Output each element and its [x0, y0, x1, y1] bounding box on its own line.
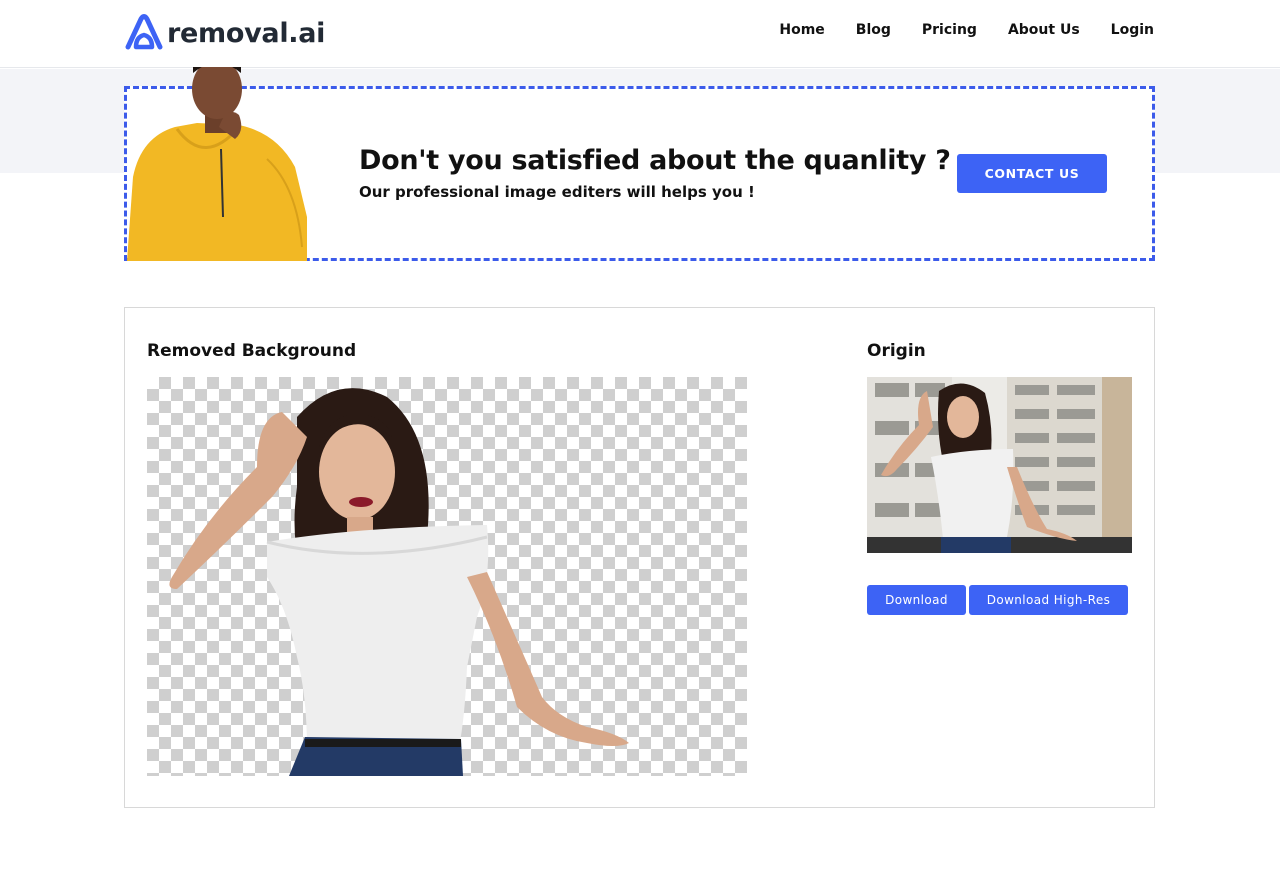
download-button[interactable]: Download: [867, 585, 966, 615]
nav-login[interactable]: Login: [1111, 22, 1154, 38]
banner-subtitle: Our professional image editers will help…: [359, 183, 755, 201]
download-high-res-button[interactable]: Download High-Res: [969, 585, 1128, 615]
logo-text: removal.ai: [167, 17, 326, 49]
removal-logo-icon: [125, 14, 163, 50]
removed-background-preview: [147, 377, 747, 776]
contact-us-button[interactable]: CONTACT US: [957, 154, 1107, 193]
nav-blog[interactable]: Blog: [856, 22, 891, 38]
result-card: Removed Background Origin Download Downl…: [124, 307, 1155, 808]
thinking-man-image: [127, 67, 307, 261]
nav-pricing[interactable]: Pricing: [922, 22, 977, 38]
removed-background-title: Removed Background: [147, 341, 357, 361]
nav-about-us[interactable]: About Us: [1008, 22, 1080, 38]
origin-image: [867, 377, 1132, 553]
contact-banner: Don't you satisfied about the quanlity ?…: [124, 67, 1155, 261]
top-header: removal.ai Home Blog Pricing About Us Lo…: [0, 0, 1280, 68]
main-nav: Home Blog Pricing About Us Login: [779, 22, 1154, 38]
logo[interactable]: removal.ai: [123, 12, 325, 54]
nav-home[interactable]: Home: [779, 22, 824, 38]
origin-title: Origin: [867, 341, 926, 361]
banner-title: Don't you satisfied about the quanlity ?: [359, 145, 951, 176]
